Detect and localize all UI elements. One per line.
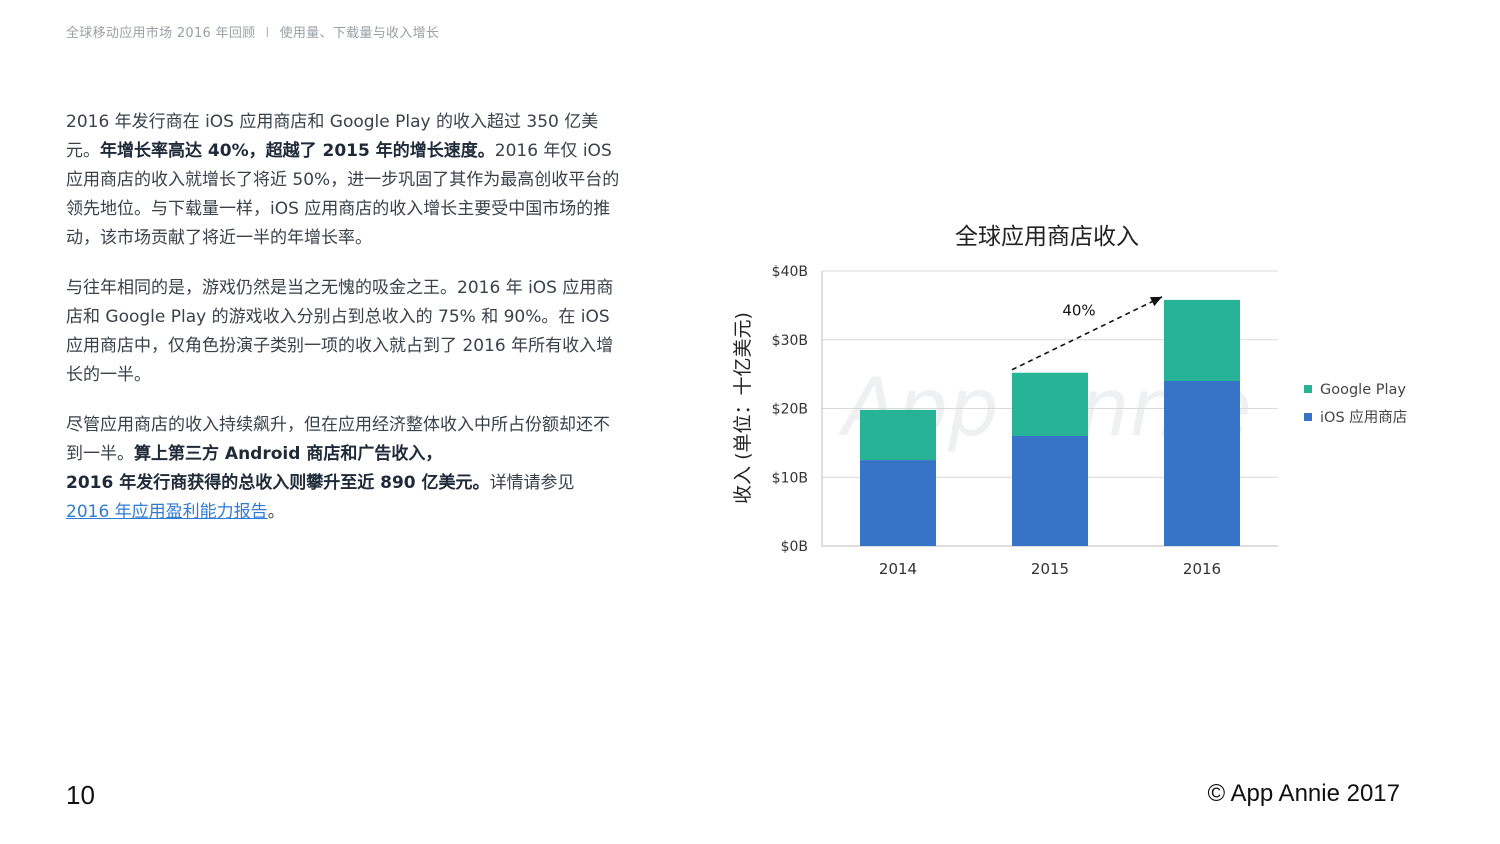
body-text: 2016 年发行商在 iOS 应用商店和 Google Play 的收入超过 3… xyxy=(66,108,626,548)
x-tick-label: 2016 xyxy=(1183,560,1221,578)
annotation-label: 40% xyxy=(1062,301,1095,319)
bar-2016-google-play xyxy=(1164,299,1240,381)
paragraph-2: 与往年相同的是，游戏仍然是当之无愧的吸金之王。2016 年 iOS 应用商店和 … xyxy=(66,274,626,390)
paragraph-3-bold-a: 算上第三方 Android 商店和广告收入， xyxy=(134,444,443,464)
bar-2016-ios xyxy=(1164,381,1240,546)
bar-2015-google-play xyxy=(1012,372,1088,436)
y-tick-label: $20B xyxy=(772,402,808,418)
paragraph-3: 尽管应用商店的收入持续飙升，但在应用经济整体收入中所占份额却还不到一半。算上第三… xyxy=(66,411,626,527)
bar-2014-google-play xyxy=(860,409,936,461)
legend-label: Google Play xyxy=(1320,382,1406,398)
y-tick-label: $40B xyxy=(772,264,808,280)
chart-bars xyxy=(860,299,1240,546)
revenue-chart-svg: 全球应用商店收入 App Annie 收入 (单位：十亿美元) $0B$10B$… xyxy=(732,224,1407,578)
y-tick-label: $10B xyxy=(772,470,808,486)
revenue-chart: 全球应用商店收入 App Annie 收入 (单位：十亿美元) $0B $10B $… xyxy=(720,210,1460,610)
x-tick-label: 2015 xyxy=(1031,560,1069,578)
paragraph-2-text: 与往年相同的是，游戏仍然是当之无愧的吸金之王。2016 年 iOS 应用商店和 … xyxy=(66,278,614,385)
x-tick-label: 2014 xyxy=(879,560,917,578)
header-topic: 使用量、下载量与收入增长 xyxy=(279,26,440,41)
paragraph-3-text-b: 详情请参见 xyxy=(489,473,575,493)
report-link[interactable]: 2016 年应用盈利能力报告 xyxy=(66,502,268,522)
legend-swatch xyxy=(1304,413,1312,421)
paragraph-3-text-c: 。 xyxy=(267,502,285,522)
y-tick-label: $30B xyxy=(772,333,808,349)
page-number: 10 xyxy=(66,780,95,810)
chart-annotation: 40% xyxy=(1011,296,1163,371)
copyright: © App Annie 2017 xyxy=(1207,780,1400,807)
chart-y-axis-label: 收入 (单位：十亿美元) xyxy=(732,312,754,504)
paragraph-3-bold-b: 2016 年发行商获得的总收入则攀升至近 890 亿美元。 xyxy=(66,473,490,493)
chart-title: 全球应用商店收入 xyxy=(955,224,1139,250)
chart-legend: Google Play iOS 应用商店 xyxy=(1304,382,1407,426)
header-separator: I xyxy=(265,26,270,41)
bar-2014-ios xyxy=(860,460,936,546)
paragraph-1: 2016 年发行商在 iOS 应用商店和 Google Play 的收入超过 3… xyxy=(66,108,626,253)
y-tick-label: $0B xyxy=(781,539,808,555)
legend-swatch xyxy=(1304,385,1312,393)
header-section-title: 全球移动应用市场 2016 年回顾 xyxy=(66,26,256,41)
legend-label: iOS 应用商店 xyxy=(1320,408,1407,426)
bar-2015-ios xyxy=(1012,436,1088,546)
paragraph-1-bold: 年增长率高达 40%，超越了 2015 年的增长速度。 xyxy=(100,141,495,161)
page-header: 全球移动应用市场 2016 年回顾 I 使用量、下载量与收入增长 xyxy=(66,22,439,41)
